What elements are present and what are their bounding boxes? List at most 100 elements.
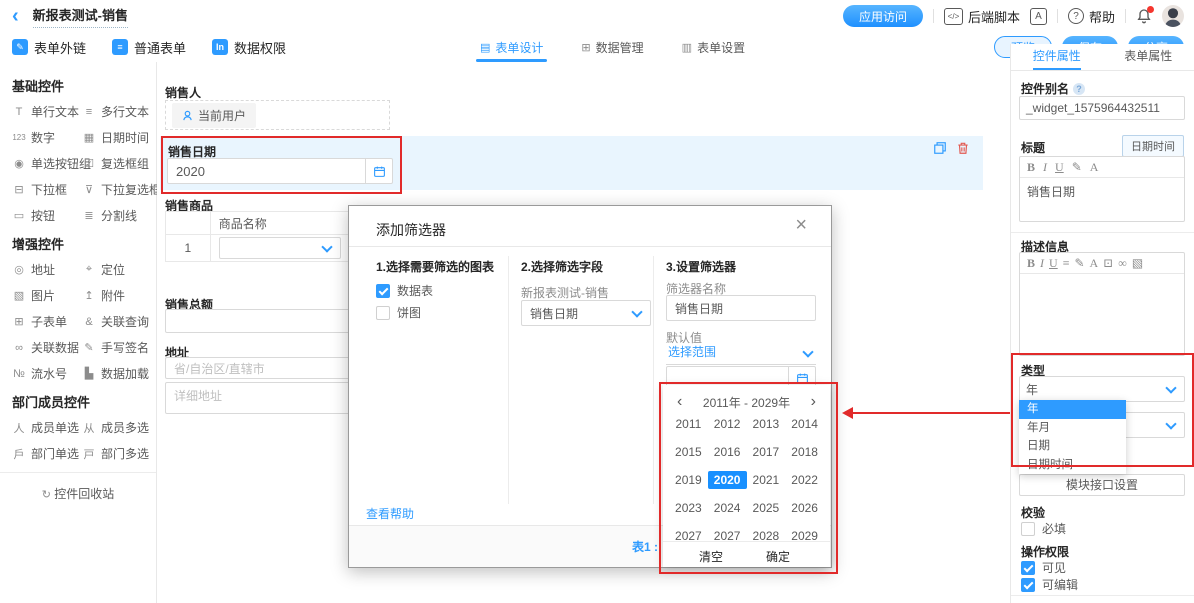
font-color-icon[interactable]: A <box>1090 256 1099 271</box>
current-user-chip[interactable]: 当前用户 <box>172 103 256 128</box>
visible-checkbox-row[interactable]: 可见 <box>1021 559 1066 576</box>
option-year-month[interactable]: 年月 <box>1019 419 1126 438</box>
product-select[interactable] <box>219 237 341 259</box>
year-cell[interactable]: 2018 <box>785 443 824 461</box>
default-value-select[interactable]: 选择范围 <box>666 343 816 365</box>
view-help-link[interactable]: 查看帮助 <box>366 505 414 522</box>
filter-name-input[interactable]: 销售日期 <box>666 295 816 321</box>
widget-attachment[interactable]: ↥附件 <box>82 287 152 304</box>
widget-dept-single[interactable]: 戶部门单选 <box>12 445 82 462</box>
copy-icon[interactable]: ⊡ <box>1103 256 1113 271</box>
clear-button[interactable]: 清空 <box>699 548 723 565</box>
year-cell[interactable]: 2012 <box>708 415 747 433</box>
widget-member-single[interactable]: 人成员单选 <box>12 419 82 436</box>
widget-checkbox-group[interactable]: ☑复选框组 <box>82 155 152 172</box>
required-checkbox-row[interactable]: 必填 <box>1021 520 1066 537</box>
widget-image[interactable]: ▧图片 <box>12 287 82 304</box>
nav-form-external-link[interactable]: ✎ 表单外链 <box>12 38 86 57</box>
widget-related-data[interactable]: ∞关联数据 <box>12 339 82 356</box>
link-icon[interactable]: ✎ <box>1074 256 1084 271</box>
help-button[interactable]: ? 帮助 <box>1068 7 1115 26</box>
notification-bell-icon[interactable] <box>1136 8 1152 24</box>
chart-option-datatable[interactable]: 数据表 <box>376 282 433 299</box>
widget-divider[interactable]: ≣分割线 <box>82 207 152 224</box>
tab-form-design[interactable]: ▤ 表单设计 <box>480 32 543 62</box>
next-decade-icon[interactable]: › <box>811 394 816 410</box>
chart-option-piechart[interactable]: 饼图 <box>376 304 421 321</box>
chain-icon[interactable]: ∞ <box>1118 256 1127 271</box>
widget-serial-number[interactable]: №流水号 <box>12 365 82 382</box>
option-year[interactable]: 年 <box>1019 400 1126 419</box>
widget-multi-line-text[interactable]: ≡多行文本 <box>82 103 152 120</box>
nav-data-permission[interactable]: In 数据权限 <box>212 38 286 57</box>
checkbox-unchecked-icon[interactable] <box>376 306 390 320</box>
nav-normal-form[interactable]: ≡ 普通表单 <box>112 38 186 57</box>
widget-datetime[interactable]: ▦日期时间 <box>82 129 152 146</box>
sale-date-input[interactable]: 2020 <box>167 158 393 184</box>
widget-single-line-text[interactable]: T单行文本 <box>12 103 82 120</box>
widget-dropdown[interactable]: ⊟下拉框 <box>12 181 82 198</box>
checkbox-checked-icon[interactable] <box>1021 578 1035 592</box>
confirm-button[interactable]: 确定 <box>766 548 790 565</box>
widget-radio-group[interactable]: ◉单选按钮组 <box>12 155 82 172</box>
year-cell[interactable]: 2029 <box>785 527 824 545</box>
year-cell[interactable]: 2028 <box>747 527 786 545</box>
seller-field[interactable]: 当前用户 <box>165 100 390 130</box>
alias-input[interactable]: _widget_1575964432511 <box>1019 96 1185 120</box>
datetime-type-badge[interactable]: 日期时间 <box>1122 135 1184 157</box>
font-color-icon[interactable]: A <box>1090 160 1099 175</box>
calendar-icon[interactable] <box>365 159 392 183</box>
link-icon[interactable]: ✎ <box>1072 160 1082 175</box>
widget-number[interactable]: 123数字 <box>12 129 82 146</box>
underline-icon[interactable]: U <box>1055 160 1064 175</box>
option-date[interactable]: 日期 <box>1019 437 1126 456</box>
tab-data-management[interactable]: ⊞ 数据管理 <box>581 32 643 62</box>
prev-decade-icon[interactable]: ‹ <box>677 394 682 410</box>
widget-related-query[interactable]: &关联查询 <box>82 313 152 330</box>
backend-script-button[interactable]: </> 后端脚本 <box>944 7 1020 26</box>
insert-image-icon[interactable]: ▧ <box>1132 256 1143 271</box>
year-cell[interactable]: 2014 <box>785 415 824 433</box>
widget-data-load[interactable]: ▙数据加载 <box>82 365 152 382</box>
year-cell[interactable]: 2026 <box>785 499 824 517</box>
year-cell[interactable]: 2023 <box>669 499 708 517</box>
widget-location[interactable]: ⌖定位 <box>82 261 152 278</box>
checkbox-checked-icon[interactable] <box>1021 561 1035 575</box>
widget-multi-dropdown[interactable]: ⊽下拉复选框 <box>82 181 152 198</box>
year-cell[interactable]: 2022 <box>785 471 824 489</box>
copy-field-icon[interactable] <box>933 141 947 158</box>
year-cell[interactable]: 2025 <box>747 499 786 517</box>
description-value[interactable] <box>1020 274 1184 284</box>
back-button[interactable]: ‹ <box>12 6 19 26</box>
year-range-label[interactable]: 2011年 - 2029年 <box>703 394 790 411</box>
year-cell[interactable]: 2021 <box>747 471 786 489</box>
widget-dept-multi[interactable]: 戸部门多选 <box>82 445 152 462</box>
widget-member-multi[interactable]: 从成员多选 <box>82 419 152 436</box>
year-cell[interactable]: 2017 <box>747 443 786 461</box>
bold-icon[interactable]: B <box>1027 256 1035 271</box>
checkbox-unchecked-icon[interactable] <box>1021 522 1035 536</box>
avatar[interactable] <box>1162 5 1184 27</box>
type-select[interactable]: 年 <box>1019 376 1185 402</box>
checkbox-checked-icon[interactable] <box>376 284 390 298</box>
year-cell[interactable]: 2016 <box>708 443 747 461</box>
widget-recycle-bin[interactable]: ↻ 控件回收站 <box>0 472 156 514</box>
help-tooltip-icon[interactable]: ? <box>1073 83 1085 95</box>
underline-icon[interactable]: U <box>1049 256 1058 271</box>
year-cell-selected[interactable]: 2020 <box>708 471 747 489</box>
year-cell[interactable]: 2011 <box>669 415 708 433</box>
title-value[interactable]: 销售日期 <box>1020 178 1184 205</box>
widget-subform[interactable]: ⊞子表单 <box>12 313 82 330</box>
delete-field-icon[interactable] <box>956 141 970 158</box>
tab-form-settings[interactable]: ▥ 表单设置 <box>682 32 745 62</box>
widget-button[interactable]: ▭按钮 <box>12 207 82 224</box>
year-cell[interactable]: 2019 <box>669 471 708 489</box>
module-api-button[interactable]: 模块接口设置 <box>1019 474 1185 496</box>
italic-icon[interactable]: I <box>1043 160 1047 175</box>
close-icon[interactable]: × <box>795 214 807 237</box>
year-cell[interactable]: 2027 <box>669 527 708 545</box>
app-access-button[interactable]: 应用访问 <box>843 5 923 27</box>
year-cell[interactable]: 2027 <box>708 527 747 545</box>
italic-icon[interactable]: I <box>1040 256 1044 271</box>
year-cell[interactable]: 2024 <box>708 499 747 517</box>
